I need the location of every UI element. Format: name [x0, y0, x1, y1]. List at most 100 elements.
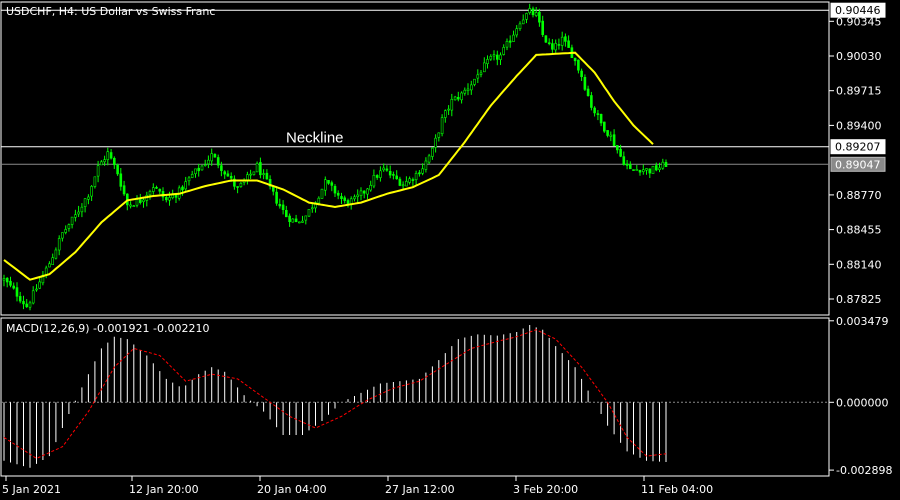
candle-body — [424, 160, 428, 170]
candle-body — [434, 137, 437, 148]
candle-body — [443, 110, 447, 118]
candle-body — [323, 179, 327, 191]
candle-body — [414, 173, 418, 181]
candle-body — [531, 8, 535, 16]
candle-body — [612, 134, 616, 146]
price-tick-label: 0.90030 — [836, 50, 882, 63]
time-tick-label: 20 Jan 04:00 — [257, 483, 327, 496]
candle-body — [564, 36, 567, 42]
chart-background — [0, 0, 900, 500]
candle-body — [547, 42, 551, 45]
candle-body — [297, 221, 301, 224]
candle-body — [476, 74, 480, 79]
candle-body — [401, 184, 405, 187]
candle-body — [366, 188, 369, 195]
candle-body — [284, 210, 288, 218]
candle-body — [203, 164, 207, 166]
candle-body — [54, 249, 58, 259]
candle-body — [573, 57, 577, 62]
candle-body — [615, 145, 619, 151]
candle-body — [288, 215, 291, 222]
candle-body — [385, 168, 389, 171]
candle-body — [609, 134, 613, 137]
candle-body — [155, 187, 158, 189]
candle-body — [421, 168, 424, 174]
candle-body — [525, 13, 528, 20]
candle-body — [512, 34, 515, 42]
candle-body — [275, 191, 278, 204]
candle-body — [83, 198, 87, 207]
candle-body — [382, 167, 386, 171]
candle-body — [343, 197, 347, 201]
candle-body — [431, 147, 434, 157]
candle-body — [521, 19, 525, 25]
candle-body — [181, 186, 184, 191]
candle-body — [213, 153, 217, 158]
candle-body — [142, 199, 145, 202]
candle-body — [223, 171, 226, 175]
neckline-annotation: Neckline — [286, 130, 344, 147]
candle-body — [567, 40, 570, 48]
candle-body — [333, 186, 337, 194]
candle-body — [278, 204, 282, 207]
candle-body — [307, 209, 311, 217]
candle-body — [492, 54, 496, 57]
candle-body — [236, 186, 239, 188]
candle-body — [508, 40, 512, 43]
candle-body — [187, 177, 191, 182]
candle-body — [48, 263, 51, 268]
candle-body — [586, 88, 590, 96]
candle-body — [226, 173, 230, 177]
candle-body — [31, 290, 35, 304]
candle-body — [411, 179, 415, 181]
candle-body — [551, 43, 554, 50]
candle-body — [281, 204, 285, 210]
candle-body — [619, 148, 622, 157]
candle-body — [87, 196, 90, 200]
candle-body — [28, 302, 32, 308]
candle-body — [168, 197, 171, 201]
candle-body — [635, 169, 639, 171]
candle-body — [103, 159, 106, 163]
candle-body — [460, 92, 463, 101]
candle-body — [116, 164, 119, 175]
candle-body — [239, 183, 243, 187]
candle-body — [664, 162, 668, 168]
candle-body — [456, 97, 460, 100]
time-tick-label: 11 Feb 04:00 — [641, 483, 713, 496]
candle-body — [216, 157, 220, 166]
candle-body — [152, 187, 155, 192]
candle-body — [505, 40, 509, 48]
candle-body — [528, 8, 532, 13]
candle-body — [210, 153, 213, 162]
candle-body — [330, 182, 334, 186]
candle-body — [317, 197, 321, 204]
candle-body — [57, 238, 61, 251]
candle-body — [301, 220, 304, 223]
candle-body — [622, 156, 626, 165]
candle-body — [113, 158, 116, 166]
candle-body — [165, 197, 168, 201]
candle-body — [557, 44, 561, 46]
candle-body — [599, 114, 603, 124]
candle-body — [502, 47, 506, 55]
candle-body — [602, 121, 606, 132]
candle-body — [388, 171, 392, 176]
candle-body — [190, 174, 194, 178]
candle-body — [25, 303, 29, 308]
candle-body — [64, 229, 67, 233]
candle-body — [12, 285, 15, 289]
candle-body — [466, 88, 470, 92]
candle-body — [294, 218, 298, 222]
price-tick-label: 0.89400 — [836, 119, 882, 132]
candle-body — [580, 70, 583, 77]
candle-body — [369, 185, 373, 191]
candle-body — [132, 205, 136, 207]
candle-body — [304, 215, 308, 221]
candle-body — [398, 178, 402, 186]
candle-body — [479, 72, 483, 75]
macd-tick-label: 0.000000 — [836, 396, 889, 409]
candle-body — [67, 224, 71, 229]
time-tick-label: 12 Jan 20:00 — [129, 483, 199, 496]
candle-body — [96, 165, 100, 177]
